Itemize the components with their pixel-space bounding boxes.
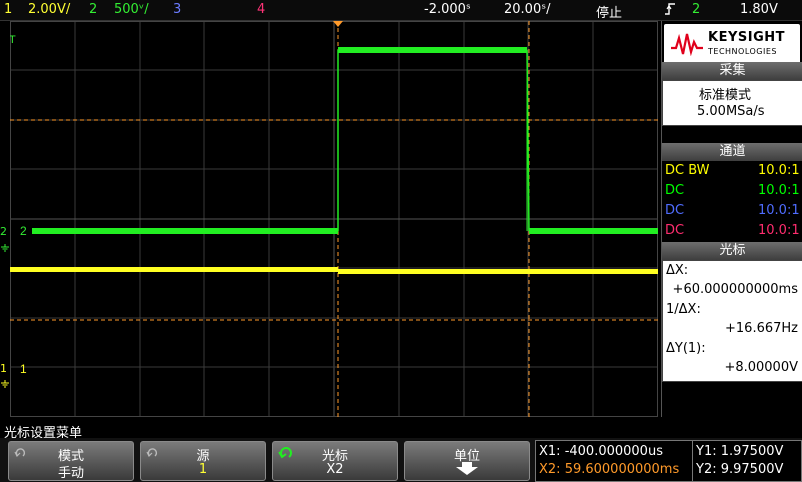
ch1-scale[interactable]: 2.00V/ (28, 2, 70, 17)
ch4-probe: 10.0:1 (758, 223, 800, 238)
ch1-coupling: DC BW (665, 163, 710, 178)
trigger-channel: 2 (692, 2, 701, 17)
ch4-coupling: DC (665, 223, 685, 238)
ch2-scale[interactable]: 500ᵛ/ (114, 2, 149, 17)
ch3-coupling: DC (665, 203, 685, 218)
delta-x-label: ΔX: (666, 263, 689, 278)
svg-text:T: T (10, 34, 16, 46)
ch1-probe: 10.0:1 (758, 163, 800, 178)
down-arrow-icon (456, 462, 478, 475)
y1-readout: Y1: 1.97500V (696, 444, 784, 459)
cursor-value: X2 (326, 462, 344, 477)
y-cursor-readout: Y1: 1.97500V Y2: 9.97500V (692, 440, 802, 482)
acq-rate: 5.00MSa/s (697, 104, 765, 119)
status-bar: 1 2.00V/ 2 500ᵛ/ 3 4 -2.000ˢ 20.00ˢ/ 停止 … (0, 0, 802, 21)
cursor-softkey[interactable]: 光标 X2 (272, 441, 398, 481)
x-cursor-readout: X1: -400.000000us X2: 59.600000000ms (535, 440, 693, 482)
mode-value: 手动 (57, 466, 84, 481)
ch2-probe: 10.0:1 (758, 183, 800, 198)
brand-name: KEYSIGHT (708, 30, 785, 45)
y2-readout: Y2: 9.97500V (696, 462, 784, 477)
ch3-number[interactable]: 3 (173, 2, 181, 17)
x1-readout: X1: -400.000000us (539, 444, 663, 459)
acquisition-header[interactable]: 采集 (662, 62, 802, 80)
brand-logo: KEYSIGHT TECHNOLOGIES (664, 24, 800, 64)
ch2-marker: 2 (20, 224, 27, 238)
cursor-header[interactable]: 光标 (662, 242, 802, 260)
inv-delta-x-label: 1/ΔX: (666, 302, 701, 317)
acquisition-box[interactable]: 标准模式 5.00MSa/s (662, 80, 802, 126)
cursor-box[interactable]: ΔX: +60.000000000ms 1/ΔX: +16.667Hz ΔY(1… (662, 260, 802, 382)
delta-y-value: +8.00000V (724, 360, 798, 375)
run-state: 停止 (596, 6, 623, 21)
brand-sub: TECHNOLOGIES (708, 47, 777, 56)
ch2-trace (32, 47, 658, 234)
ch1-number: 1 (4, 2, 13, 17)
source-value: 1 (198, 462, 208, 477)
channel-header[interactable]: 通道 (662, 143, 802, 161)
unit-softkey[interactable]: 单位 (404, 441, 530, 481)
delta-y-label: ΔY(1): (666, 341, 706, 356)
inv-delta-x-value: +16.667Hz (725, 321, 798, 336)
ground-icon (0, 237, 10, 256)
source-softkey[interactable]: 源 1 (140, 441, 266, 481)
keysight-wave-icon (671, 33, 703, 56)
info-panel: KEYSIGHT TECHNOLOGIES 采集 标准模式 5.00MSa/s … (661, 21, 802, 417)
trigger-edge-icon (664, 2, 676, 20)
time-offset[interactable]: -2.000ˢ (424, 2, 471, 17)
trigger-level[interactable]: 1.80V (740, 2, 778, 17)
ground-icon (0, 373, 10, 392)
ch4-number[interactable]: 4 (257, 2, 265, 17)
time-scale[interactable]: 20.00ˢ/ (504, 2, 550, 17)
ch3-probe: 10.0:1 (758, 203, 800, 218)
ch2-number: 2 (89, 2, 98, 17)
delta-x-value: +60.000000000ms (672, 282, 798, 297)
channel-list[interactable]: DC BW 10.0:1 DC 10.0:1 DC 10.0:1 DC 10.0… (662, 161, 802, 249)
mode-softkey[interactable]: 模式 手动 (8, 441, 134, 481)
acq-mode: 标准模式 (699, 88, 752, 103)
ch1-marker: 1 (20, 362, 27, 376)
graticule: T 2 1 (9, 21, 658, 417)
ch2-coupling: DC (665, 183, 685, 198)
x2-readout: X2: 59.600000000ms (539, 462, 680, 477)
waveform-display[interactable]: T 2 1 (9, 21, 658, 417)
